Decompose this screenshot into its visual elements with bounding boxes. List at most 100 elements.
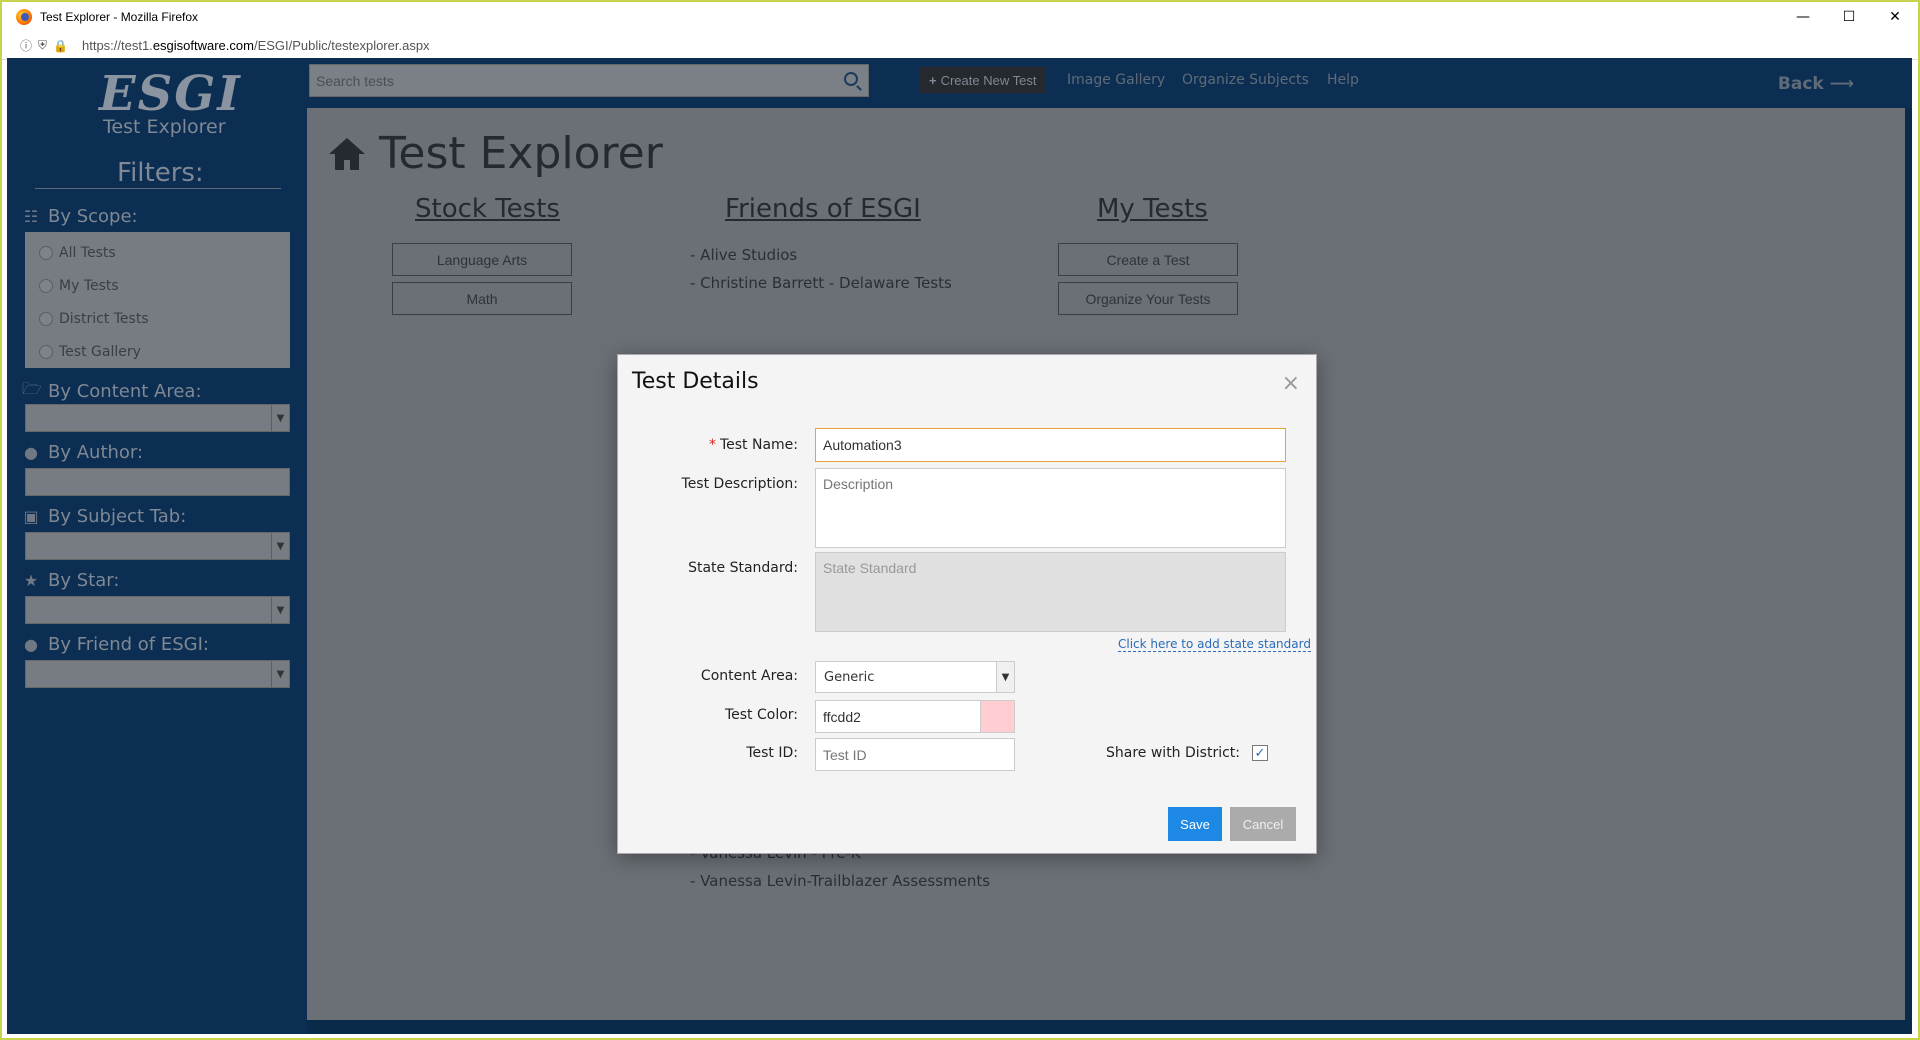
stock-tests-title[interactable]: Stock Tests [415, 194, 560, 224]
scope-item-district[interactable]: District Tests [25, 302, 290, 335]
chevron-down-icon[interactable]: ▼ [996, 662, 1014, 692]
organize-subjects-link[interactable]: Organize Subjects [1182, 72, 1309, 88]
scope-item-label: District Tests [59, 310, 149, 327]
page-title-text: Test Explorer [379, 128, 663, 179]
friend-item-alive-studios[interactable]: - Alive Studios [690, 246, 797, 264]
content-area-filter-label: 🗁 By Content Area: [22, 378, 202, 405]
organize-your-tests-button[interactable]: Organize Your Tests [1058, 282, 1238, 315]
url-text[interactable]: https://test1.esgisoftware.com/ESGI/Publ… [82, 38, 430, 53]
required-marker: * [708, 437, 716, 453]
content-area-label-text: By Content Area: [48, 381, 202, 402]
test-name-input[interactable] [815, 428, 1286, 462]
test-details-dialog: Test Details × *Test Name: Test Descript… [617, 354, 1317, 854]
scope-item-label: All Tests [59, 244, 116, 261]
content-area-select[interactable]: Generic ▼ [815, 661, 1015, 693]
author-input[interactable] [25, 468, 290, 496]
state-standard-label: State Standard: [688, 560, 798, 576]
scope-item-label: Test Gallery [59, 343, 141, 360]
subject-tab-select[interactable]: ▼ [25, 532, 290, 560]
test-id-input[interactable] [815, 738, 1015, 771]
maximize-icon[interactable]: ☐ [1826, 2, 1872, 32]
dialog-title: Test Details [632, 369, 759, 394]
create-new-test-button[interactable]: + Create New Test [919, 67, 1047, 93]
users-icon: ● [24, 635, 38, 654]
scope-filter-label: ☷ By Scope: [22, 206, 138, 227]
esgi-logo[interactable]: ESGI [99, 66, 242, 122]
friend-item-christine-barrett[interactable]: - Christine Barrett - Delaware Tests [690, 274, 952, 292]
share-with-district-checkbox[interactable]: ✓ [1252, 745, 1268, 761]
filters-title: Filters: [117, 158, 204, 188]
search-icon[interactable] [844, 72, 858, 86]
create-a-test-button[interactable]: Create a Test [1058, 243, 1238, 276]
scope-item-my[interactable]: My Tests [25, 269, 290, 302]
sitemap-icon: ☷ [23, 207, 39, 226]
page-title: Test Explorer [329, 128, 663, 179]
author-filter-label: ● By Author: [22, 442, 143, 463]
url-path: /ESGI/Public/testexplorer.aspx [253, 38, 430, 53]
scope-item-gallery[interactable]: Test Gallery [25, 335, 290, 368]
cancel-button[interactable]: Cancel [1230, 807, 1296, 841]
test-description-input[interactable] [815, 468, 1286, 548]
filters-divider [35, 188, 281, 189]
content-area-label: Content Area: [700, 668, 798, 684]
home-icon [329, 137, 365, 170]
help-link[interactable]: Help [1327, 72, 1359, 88]
firefox-icon [16, 9, 32, 25]
minimize-icon[interactable]: — [1780, 2, 1826, 32]
share-with-district-label: Share with District: [1106, 745, 1241, 761]
star-select[interactable]: ▼ [25, 596, 290, 624]
radio-button[interactable] [39, 245, 53, 260]
friend-select[interactable]: ▼ [25, 660, 290, 688]
language-arts-button[interactable]: Language Arts [392, 243, 572, 276]
radio-button[interactable] [39, 344, 53, 359]
back-link[interactable]: Back ⟶ [1778, 74, 1854, 94]
star-label-text: By Star: [48, 570, 120, 591]
search-box[interactable] [309, 64, 869, 97]
state-standard-field: State Standard [815, 552, 1286, 632]
close-icon[interactable]: × [1282, 373, 1300, 395]
author-label-text: By Author: [48, 442, 144, 463]
radio-button[interactable] [39, 278, 53, 293]
back-label: Back [1777, 74, 1824, 94]
friends-of-esgi-title[interactable]: Friends of ESGI [725, 194, 921, 224]
chevron-down-icon[interactable]: ▼ [271, 533, 289, 559]
book-icon: ▣ [23, 507, 39, 526]
info-icon[interactable]: ⓘ [20, 37, 32, 54]
close-window-icon[interactable]: ✕ [1872, 2, 1918, 32]
chevron-down-icon[interactable]: ▼ [271, 661, 289, 687]
chevron-down-icon[interactable]: ▼ [271, 597, 289, 623]
url-bar[interactable]: ⓘ ⛨ 🔒 https://test1.esgisoftware.com/ESG… [2, 32, 1918, 60]
shield-icon[interactable]: ⛨ [38, 38, 47, 53]
chevron-down-icon[interactable]: ▼ [271, 405, 289, 431]
image-gallery-link[interactable]: Image Gallery [1067, 72, 1165, 88]
save-button[interactable]: Save [1168, 807, 1222, 841]
logo-subtitle: Test Explorer [103, 116, 226, 138]
url-domain: esgisoftware.com [152, 38, 254, 53]
scope-radio-group: All Tests My Tests District Tests Test G… [25, 232, 290, 368]
math-button[interactable]: Math [392, 282, 572, 315]
star-filter-label: ★ By Star: [22, 570, 120, 591]
my-tests-title[interactable]: My Tests [1097, 194, 1208, 224]
subject-tab-filter-label: ▣ By Subject Tab: [22, 506, 186, 527]
test-name-label: * Test Name: [618, 437, 798, 453]
url-security-icons[interactable]: ⓘ ⛨ 🔒 [20, 37, 68, 54]
color-swatch[interactable] [980, 700, 1015, 733]
window-title: Test Explorer - Mozilla Firefox [40, 10, 199, 24]
lock-icon[interactable]: 🔒 [53, 39, 68, 53]
plus-icon: + [929, 72, 937, 88]
window-controls: — ☐ ✕ [1780, 2, 1918, 32]
radio-button[interactable] [39, 311, 53, 326]
scope-item-all[interactable]: All Tests [25, 236, 290, 269]
add-state-standard-link[interactable]: Click here to add state standard [1118, 637, 1311, 652]
app-area: ESGI Test Explorer Filters: ☷ By Scope: … [7, 58, 1912, 1034]
content-area-select[interactable]: ▼ [25, 404, 290, 432]
test-id-label: Test ID: [746, 745, 798, 761]
star-icon: ★ [23, 571, 39, 590]
search-input[interactable] [310, 65, 868, 96]
filters-sidebar: ESGI Test Explorer Filters: ☷ By Scope: … [7, 58, 307, 1034]
friend-item-vanessa-levin-trailblazer[interactable]: - Vanessa Levin-Trailblazer Assessments [690, 872, 990, 890]
content-area-value: Generic [824, 669, 875, 685]
friend-filter-label: ● By Friend of ESGI: [22, 634, 209, 655]
test-color-input[interactable] [815, 700, 981, 733]
friend-label-text: By Friend of ESGI: [48, 634, 209, 655]
